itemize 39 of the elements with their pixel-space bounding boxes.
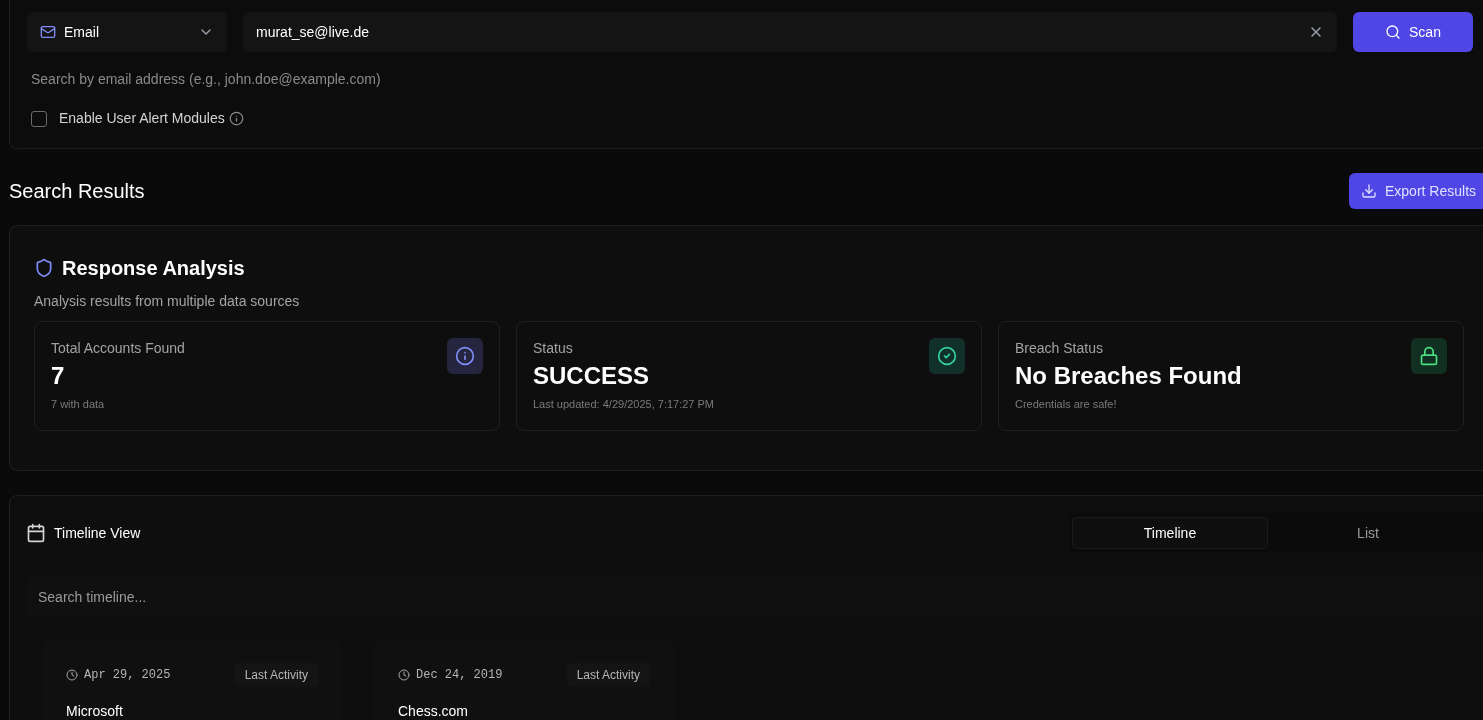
search-type-select[interactable]: Email	[27, 12, 227, 52]
results-heading: Search Results	[9, 179, 145, 204]
timeline-title: Timeline View	[54, 523, 141, 543]
check-circle-icon	[937, 346, 957, 366]
view-tab[interactable]: List	[1270, 517, 1466, 549]
lock-icon	[1419, 346, 1439, 366]
stat-value: 7	[51, 361, 66, 391]
search-hint: Search by email address (e.g., john.doe@example.com)	[31, 70, 382, 89]
event-tag: Last Activity	[234, 663, 318, 687]
clock-icon	[66, 669, 78, 681]
clock-icon	[398, 669, 410, 681]
view-tab[interactable]: Timeline	[1072, 517, 1268, 549]
info-icon	[228, 111, 244, 126]
event-date: Apr 29, 2025	[84, 667, 171, 684]
event-date: Dec 24, 2019	[416, 667, 503, 684]
calendar-icon	[26, 523, 46, 543]
stat-note: 7 with data	[51, 397, 106, 412]
search-icon	[1385, 24, 1402, 40]
analysis-title: Response Analysis	[62, 256, 245, 281]
stat-label: Total Accounts Found	[51, 339, 185, 358]
shield-icon	[34, 258, 54, 278]
mail-icon	[40, 24, 56, 40]
download-icon	[1361, 183, 1377, 199]
email-input-field[interactable]: murat_se@live.de	[243, 12, 1337, 52]
stat-value: No Breaches Found	[1015, 361, 1242, 391]
stat-label: Breach Status	[1015, 339, 1104, 358]
scan-button[interactable]: Scan	[1353, 12, 1473, 52]
event-name: Chess.com	[398, 702, 470, 720]
alert-option-label: Enable User Alert Modules	[59, 109, 225, 128]
stat-note: Last updated: 4/29/2025, 7:17:27 PM	[533, 397, 715, 412]
export-button[interactable]: Export Results	[1349, 173, 1483, 209]
analysis-subtitle: Analysis results from multiple data sources	[34, 292, 301, 311]
stat-note: Credentials are safe!	[1015, 397, 1118, 412]
event-tag: Last Activity	[566, 663, 650, 687]
event-name: Microsoft	[66, 702, 124, 720]
info-icon	[455, 346, 475, 366]
stat-value: SUCCESS	[533, 361, 651, 391]
alert-checkbox[interactable]	[31, 110, 47, 127]
stat-label: Status	[533, 339, 574, 358]
